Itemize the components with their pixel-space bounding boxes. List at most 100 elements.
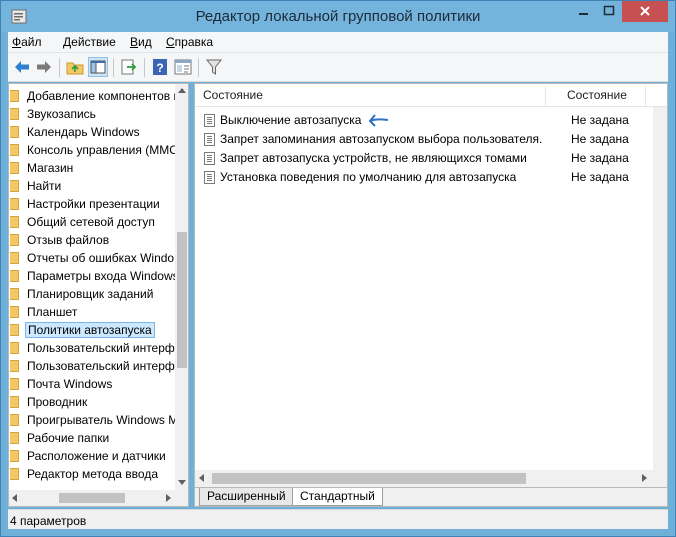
toolbar-separator (113, 58, 114, 77)
maximize-button[interactable] (596, 1, 622, 22)
back-arrow-icon (15, 61, 29, 73)
tree-item[interactable]: Календарь Windows (9, 123, 175, 141)
column-divider[interactable] (645, 86, 646, 106)
tree-item[interactable]: Проигрыватель Windows M (9, 411, 175, 429)
tree-item-label: Общий сетевой доступ (27, 215, 155, 229)
scroll-right-arrow-icon[interactable] (642, 474, 647, 482)
tree-item[interactable]: Отчеты об ошибках Windo (9, 249, 175, 267)
tree-item[interactable]: Рабочие папки (9, 429, 175, 447)
tree-item[interactable]: Почта Windows (9, 375, 175, 393)
forward-arrow-icon (37, 61, 51, 73)
minimize-icon (579, 13, 588, 15)
tree-item[interactable]: Планшет (9, 303, 175, 321)
column-header-name[interactable]: Состояние (203, 84, 263, 106)
scroll-corner (175, 490, 188, 506)
folder-icon (10, 144, 19, 156)
tree-item[interactable]: Расположение и датчики (9, 447, 175, 465)
column-divider[interactable] (545, 86, 546, 106)
toolbar-separator (198, 58, 199, 77)
tree-item[interactable]: Пользовательский интерф (9, 339, 175, 357)
tree-item-label: Рабочие папки (27, 431, 110, 445)
tab-extended[interactable]: Расширенный (199, 488, 294, 506)
scroll-corner (653, 470, 667, 487)
tree-item[interactable]: Добавление компонентов в (9, 87, 175, 105)
menu-help[interactable]: Справка (166, 35, 213, 49)
policy-row[interactable]: Выключение автозапуска Не задана (195, 111, 655, 130)
tree-item[interactable]: Найти (9, 177, 175, 195)
policy-row[interactable]: Запрет автозапуска устройств, не являющи… (195, 149, 655, 168)
tree-item-label: Пользовательский интерф (27, 341, 175, 355)
close-icon (640, 6, 650, 16)
tree-item[interactable]: Параметры входа Windows (9, 267, 175, 285)
tree-item[interactable]: Редактор метода ввода (9, 465, 175, 483)
tree-item[interactable]: Пользовательский интерф (9, 357, 175, 375)
folder-icon (10, 360, 19, 372)
title-bar[interactable]: Редактор локальной групповой политики (1, 1, 675, 32)
tree-item-label: Политики автозапуска (25, 322, 155, 338)
tree-item-label: Планшет (27, 305, 78, 319)
folder-icon (10, 324, 19, 336)
scroll-up-arrow-icon[interactable] (178, 88, 186, 93)
tree-hscroll-thumb[interactable] (59, 493, 125, 503)
scroll-left-arrow-icon[interactable] (199, 474, 204, 482)
folder-up-icon (66, 62, 84, 75)
tree-item[interactable]: Звукозапись (9, 105, 175, 123)
policy-name: Запрет автозапуска устройств, не являющи… (220, 151, 527, 165)
tree-item-label: Проигрыватель Windows M (27, 413, 175, 427)
forward-button[interactable] (34, 57, 54, 77)
folder-icon (10, 198, 19, 210)
tree-item[interactable]: Планировщик заданий (9, 285, 175, 303)
menu-file[interactable]: Файл (12, 35, 42, 49)
list-horizontal-scrollbar[interactable] (195, 470, 653, 487)
policy-row[interactable]: Установка поведения по умолчанию для авт… (195, 168, 655, 187)
policy-name: Запрет запоминания автозапуском выбора п… (220, 132, 543, 146)
window: Редактор локальной групповой политики Фа… (0, 0, 676, 537)
policy-row[interactable]: Запрет запоминания автозапуском выбора п… (195, 130, 655, 149)
tree-item[interactable]: Магазин (9, 159, 175, 177)
tree-item[interactable]: Проводник (9, 393, 175, 411)
tab-standard[interactable]: Стандартный (292, 488, 383, 506)
menu-action[interactable]: Действие (63, 35, 116, 49)
tree-item[interactable]: Настройки презентации (9, 195, 175, 213)
help-button[interactable]: ? (150, 57, 170, 77)
tree-item[interactable]: Общий сетевой доступ (9, 213, 175, 231)
show-hide-tree-button[interactable] (88, 57, 108, 77)
filter-button[interactable] (204, 57, 224, 77)
tree-item[interactable]: Политики автозапуска (9, 321, 175, 339)
folder-icon (10, 432, 19, 444)
tree-item[interactable]: Отзыв файлов (9, 231, 175, 249)
tree-item-label: Календарь Windows (27, 125, 140, 139)
export-list-button[interactable] (119, 57, 139, 77)
policy-state: Не задана (571, 113, 629, 127)
tree-pane[interactable]: Добавление компонентов в Звукозапись Кален… (8, 83, 189, 507)
column-header-state[interactable]: Состояние (567, 84, 627, 106)
tree-item-label: Магазин (27, 161, 74, 175)
folder-icon (10, 396, 19, 408)
tree-scroll-thumb[interactable] (177, 232, 187, 368)
scroll-right-arrow-icon[interactable] (166, 494, 171, 502)
tree-item-label: Звукозапись (27, 107, 96, 121)
menu-view[interactable]: Вид (130, 35, 152, 49)
tree-item[interactable]: Консоль управления (MMC (9, 141, 175, 159)
minimize-button[interactable] (570, 1, 596, 22)
folder-icon (10, 108, 19, 120)
back-button[interactable] (12, 57, 32, 77)
list-vertical-scrollbar[interactable] (653, 107, 667, 471)
scroll-down-arrow-icon[interactable] (178, 480, 186, 485)
tree-vertical-scrollbar[interactable] (175, 84, 188, 490)
list-hscroll-thumb[interactable] (212, 473, 526, 484)
close-button[interactable] (622, 1, 668, 22)
tree-item-label: Редактор метода ввода (27, 467, 158, 481)
filter-icon (205, 59, 223, 75)
properties-button[interactable] (173, 57, 193, 77)
policy-setting-icon (204, 171, 215, 184)
folder-icon (10, 180, 19, 192)
folder-icon (10, 468, 19, 480)
scroll-left-arrow-icon[interactable] (12, 494, 17, 502)
tree-horizontal-scrollbar[interactable] (9, 490, 175, 506)
tree-item-label: Консоль управления (MMC (27, 143, 175, 157)
tree-item-label: Отзыв файлов (27, 233, 110, 247)
show-hide-tree-icon (90, 60, 106, 74)
up-level-button[interactable] (65, 57, 85, 77)
folder-icon (10, 216, 19, 228)
